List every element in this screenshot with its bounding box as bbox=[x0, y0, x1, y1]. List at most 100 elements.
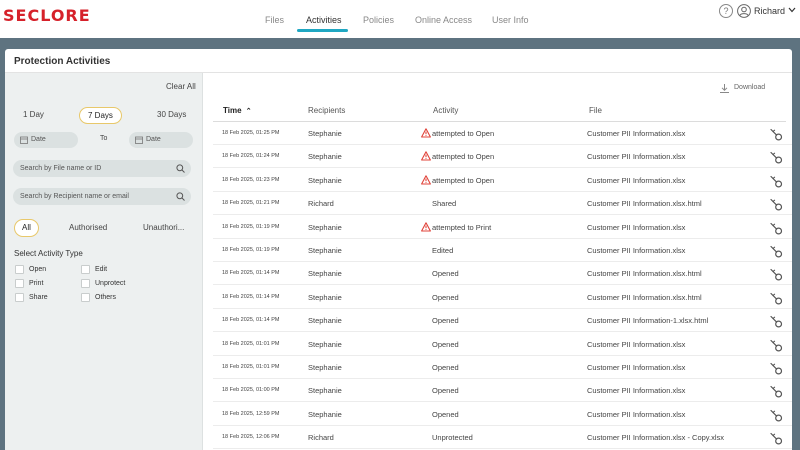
cell-time: 18 Feb 2025, 01:25 PM bbox=[222, 130, 280, 136]
table-row[interactable]: 18 Feb 2025, 01:19 PM Stephanie Edited Cust… bbox=[213, 239, 792, 262]
cell-file[interactable]: Customer PII Information.xlsx bbox=[587, 223, 685, 232]
key-icon[interactable] bbox=[770, 339, 783, 352]
filter-authorised[interactable]: Authorised bbox=[69, 220, 107, 238]
checkbox-others[interactable] bbox=[81, 293, 90, 302]
activity-type-title: Select Activity Type bbox=[14, 249, 83, 258]
tab-online-access[interactable]: Online Access bbox=[415, 15, 472, 25]
key-icon[interactable] bbox=[770, 385, 783, 398]
panel-title: Protection Activities bbox=[14, 56, 111, 67]
cell-file[interactable]: Customer PII Information.xlsx bbox=[587, 129, 685, 138]
key-icon[interactable] bbox=[770, 128, 783, 141]
column-header-recipients[interactable]: Recipients bbox=[308, 106, 345, 115]
key-icon[interactable] bbox=[770, 409, 783, 422]
cell-activity-label: attempted to Open bbox=[432, 152, 495, 162]
clear-all-button[interactable]: Clear All bbox=[166, 82, 196, 91]
key-icon[interactable] bbox=[770, 268, 783, 281]
key-icon[interactable] bbox=[770, 362, 783, 375]
table-row[interactable]: 18 Feb 2025, 12:59 PM Stephanie Opened Cust… bbox=[213, 403, 792, 426]
cell-file[interactable]: Customer PII Information.xlsx bbox=[587, 246, 685, 255]
sort-ascending-icon[interactable]: ⌃ bbox=[246, 108, 252, 115]
tab-files[interactable]: Files bbox=[265, 15, 284, 25]
table-row[interactable]: 18 Feb 2025, 12:06 PM Richard Unprotected C… bbox=[213, 426, 792, 450]
table-row[interactable]: 18 Feb 2025, 01:21 PM Richard Shared Custom… bbox=[213, 192, 792, 216]
table-row[interactable]: 18 Feb 2025, 01:19 PM Stephanie attempted … bbox=[213, 216, 792, 239]
download-icon bbox=[720, 84, 729, 93]
key-icon[interactable] bbox=[770, 315, 783, 328]
cell-activity-label: Opened bbox=[432, 339, 459, 349]
cell-recipient: Richard bbox=[308, 199, 334, 209]
cell-file[interactable]: Customer PII Information.xlsx.html bbox=[587, 199, 702, 208]
cell-activity-label: Unprotected bbox=[432, 433, 473, 443]
cell-file[interactable]: Customer PII Information.xlsx bbox=[587, 410, 685, 419]
cell-time: 18 Feb 2025, 01:01 PM bbox=[222, 340, 280, 347]
cell-file[interactable]: Customer PII Information.xlsx bbox=[587, 386, 685, 395]
table-row[interactable]: 18 Feb 2025, 01:01 PM Stephanie Opened Cust… bbox=[213, 356, 792, 379]
key-icon[interactable] bbox=[770, 245, 783, 258]
cell-activity-label: Shared bbox=[432, 199, 457, 209]
cell-file[interactable]: Customer PII Information.xlsx bbox=[587, 176, 685, 185]
search-recipient-input[interactable]: Search by Recipient name or email bbox=[13, 188, 191, 205]
date-from-input[interactable]: Date bbox=[14, 132, 78, 148]
cell-file[interactable]: Customer PII Information.xlsx bbox=[587, 340, 685, 349]
calendar-icon bbox=[135, 136, 143, 144]
checkbox-print[interactable] bbox=[15, 279, 24, 288]
cell-file[interactable]: Customer PII Information-1.xlsx.html bbox=[587, 316, 708, 325]
checkbox-edit[interactable] bbox=[81, 265, 90, 274]
cell-recipient: Stephanie bbox=[308, 363, 342, 372]
cell-activity: Opened bbox=[432, 410, 459, 419]
date-to-input[interactable]: Date bbox=[129, 132, 193, 148]
table-row[interactable]: 18 Feb 2025, 01:24 PM Stephanie attempted … bbox=[213, 145, 792, 169]
download-button[interactable]: Download bbox=[720, 84, 765, 93]
user-avatar-icon[interactable] bbox=[737, 4, 751, 18]
key-icon[interactable] bbox=[770, 222, 783, 235]
cell-file[interactable]: Customer PII Information.xlsx bbox=[587, 152, 685, 161]
cell-time: 18 Feb 2025, 01:14 PM bbox=[222, 270, 280, 277]
search-recipient-placeholder: Search by Recipient name or email bbox=[20, 193, 129, 200]
cell-file[interactable]: Customer PII Information.xlsx.html bbox=[587, 269, 702, 278]
checkbox-share[interactable] bbox=[15, 293, 24, 302]
key-icon[interactable] bbox=[770, 151, 783, 164]
checkbox-open[interactable] bbox=[15, 265, 24, 274]
search-icon[interactable] bbox=[176, 164, 185, 173]
checkbox-label-others: Others bbox=[95, 294, 117, 301]
tab-user-info[interactable]: User Info bbox=[492, 15, 529, 25]
range-7-days[interactable]: 7 Days bbox=[79, 107, 122, 124]
filter-unauthorised[interactable]: Unauthori... bbox=[143, 220, 184, 238]
cell-activity-label: Opened bbox=[432, 409, 459, 419]
table-row[interactable]: 18 Feb 2025, 01:14 PM Stephanie Opened Cust… bbox=[213, 309, 792, 333]
checkbox-unprotect[interactable] bbox=[81, 279, 90, 288]
cell-activity: Opened bbox=[432, 293, 459, 302]
cell-file[interactable]: Customer PII Information.xlsx.html bbox=[587, 293, 702, 302]
key-icon[interactable] bbox=[770, 198, 783, 211]
cell-file[interactable]: Customer PII Information.xlsx - Copy.xls… bbox=[587, 433, 724, 442]
column-header-time[interactable]: Time ⌃ bbox=[223, 106, 252, 115]
cell-time: 18 Feb 2025, 12:06 PM bbox=[222, 434, 280, 441]
table-row[interactable]: 18 Feb 2025, 01:23 PM Stephanie attempted … bbox=[213, 169, 792, 192]
table-row[interactable]: 18 Feb 2025, 01:14 PM Stephanie Opened Cust… bbox=[213, 286, 792, 309]
column-header-activity[interactable]: Activity bbox=[433, 106, 458, 115]
warning-icon bbox=[421, 175, 431, 185]
chevron-down-icon[interactable] bbox=[788, 7, 796, 13]
seclore-logo[interactable]: SECLORE bbox=[3, 6, 91, 25]
range-30-days[interactable]: 30 Days bbox=[149, 107, 194, 124]
search-file-input[interactable]: Search by File name or ID bbox=[13, 160, 191, 177]
range-1-day[interactable]: 1 Day bbox=[15, 107, 52, 124]
user-name[interactable]: Richard bbox=[754, 6, 785, 16]
cell-activity-label: Opened bbox=[432, 292, 459, 302]
checkbox-label-print: Print bbox=[29, 280, 44, 287]
search-icon[interactable] bbox=[176, 192, 185, 201]
key-icon[interactable] bbox=[770, 292, 783, 305]
filter-all[interactable]: All bbox=[14, 219, 39, 237]
cell-file[interactable]: Customer PII Information.xlsx bbox=[587, 363, 685, 372]
table-row[interactable]: 18 Feb 2025, 01:25 PM Stephanie attempted … bbox=[213, 122, 792, 145]
protection-activities-panel: Protection Activities Clear All 1 Day 7 … bbox=[5, 49, 792, 450]
tab-policies[interactable]: Policies bbox=[363, 15, 394, 25]
table-row[interactable]: 18 Feb 2025, 01:14 PM Stephanie Opened Cust… bbox=[213, 262, 792, 286]
key-icon[interactable] bbox=[770, 432, 783, 445]
table-row[interactable]: 18 Feb 2025, 01:00 PM Stephanie Opened Cust… bbox=[213, 379, 792, 403]
table-row[interactable]: 18 Feb 2025, 01:01 PM Stephanie Opened Cust… bbox=[213, 333, 792, 356]
tab-activities[interactable]: Activities bbox=[306, 15, 342, 25]
help-icon[interactable]: ? bbox=[719, 4, 733, 18]
key-icon[interactable] bbox=[770, 175, 783, 188]
column-header-file[interactable]: File bbox=[589, 106, 602, 115]
